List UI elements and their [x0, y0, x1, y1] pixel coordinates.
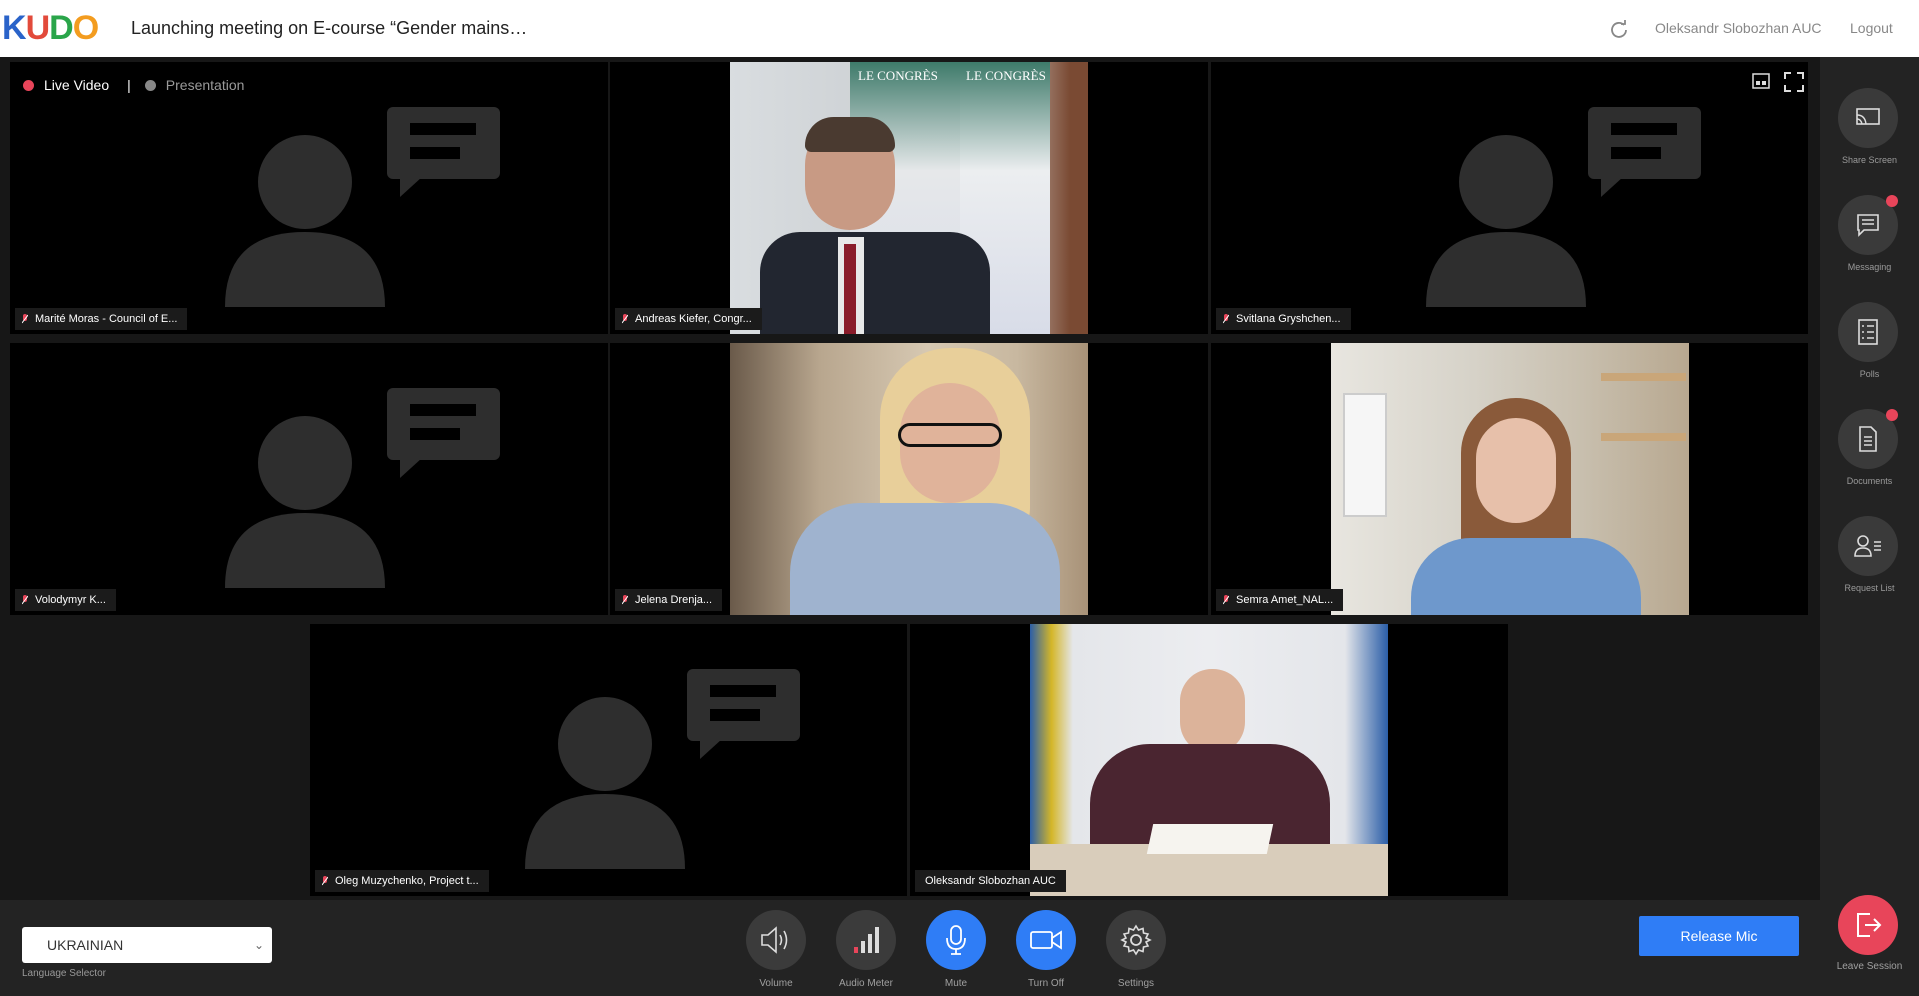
person-face	[1180, 669, 1245, 754]
refresh-icon[interactable]	[1609, 19, 1629, 39]
volume-button[interactable]	[746, 910, 806, 970]
audio-meter-icon	[854, 927, 879, 953]
request-list-icon	[1854, 535, 1881, 557]
language-selector-label: Language Selector	[22, 968, 106, 979]
mic-muted-icon	[622, 314, 628, 324]
presentation-tab[interactable]: Presentation	[166, 77, 245, 93]
release-mic-button[interactable]: Release Mic	[1639, 916, 1799, 956]
exit-icon	[1857, 913, 1882, 937]
person-shirt	[1411, 538, 1641, 615]
chevron-down-icon: ⌄	[253, 938, 264, 952]
documents-label: Documents	[1846, 476, 1893, 486]
presentation-dot-icon	[144, 79, 156, 91]
polls-icon	[1858, 319, 1878, 345]
participant-video	[1030, 624, 1388, 896]
documents-button[interactable]	[1838, 409, 1898, 469]
meeting-title: Launching meeting on E-course “Gender ma…	[131, 18, 528, 38]
messaging-button[interactable]	[1838, 195, 1898, 255]
settings-button[interactable]	[1106, 910, 1166, 970]
notification-badge	[1886, 195, 1898, 207]
right-sidebar: Share Screen Messaging Polls Documents R…	[1820, 57, 1919, 996]
gear-icon	[1120, 924, 1152, 956]
mic-muted-icon	[1223, 314, 1229, 324]
participant-name: Oleksandr Slobozhan AUC	[915, 870, 1066, 892]
camera-button[interactable]	[1016, 910, 1076, 970]
avatar-placeholder-icon	[1426, 107, 1701, 307]
audio-meter-button[interactable]	[836, 910, 896, 970]
person-suit	[760, 232, 990, 334]
kudo-logo: KUDO	[2, 9, 99, 47]
live-video-tab[interactable]: Live Video	[44, 77, 109, 93]
participant-tile[interactable]: Jelena Drenja...	[610, 343, 1208, 615]
participant-tile[interactable]: LE CONGRÈS LE CONGRÈS Andreas Kiefer, Co…	[610, 62, 1208, 334]
mic-muted-icon	[22, 595, 28, 605]
user-name: Oleksandr Slobozhan AUC	[1655, 20, 1822, 36]
video-camera-icon	[1030, 930, 1062, 950]
person-sweater	[790, 503, 1060, 615]
participant-name: Marité Moras - Council of E...	[15, 308, 188, 330]
participant-name: Andreas Kiefer, Congr...	[615, 308, 762, 330]
participant-tile[interactable]: Oleg Muzychenko, Project t...	[310, 624, 907, 896]
avatar-placeholder-icon	[225, 107, 500, 307]
messaging-icon	[1857, 214, 1879, 237]
request-list-button[interactable]	[1838, 516, 1898, 576]
view-mode-toggle: Live Video | Presentation	[23, 77, 244, 93]
participant-name: Volodymyr K...	[15, 589, 116, 611]
participant-tile[interactable]: Oleksandr Slobozhan AUC	[910, 624, 1508, 896]
leave-session-label: Leave Session	[1836, 961, 1903, 972]
request-list-label: Request List	[1844, 583, 1895, 593]
polls-label: Polls	[1859, 369, 1880, 379]
messaging-label: Messaging	[1847, 262, 1892, 272]
top-header: KUDO Launching meeting on E-course “Gend…	[0, 0, 1919, 58]
turn-off-label: Turn Off	[1027, 978, 1065, 989]
volume-icon	[761, 926, 788, 954]
fullscreen-icon[interactable]	[1784, 72, 1804, 92]
notification-badge	[1886, 409, 1898, 421]
mute-button[interactable]	[926, 910, 986, 970]
participant-tile[interactable]: Volodymyr K...	[10, 343, 608, 615]
mic-muted-icon	[322, 876, 328, 886]
participant-name: Jelena Drenja...	[615, 589, 723, 611]
mic-muted-icon	[22, 314, 28, 324]
participant-name: Semra Amet_NAL...	[1216, 589, 1344, 611]
share-screen-icon	[1856, 108, 1880, 125]
participant-name: Oleg Muzychenko, Project t...	[315, 870, 489, 892]
participant-video: LE CONGRÈS LE CONGRÈS	[730, 62, 1088, 334]
glasses-icon	[898, 423, 1002, 447]
view-controls	[1752, 72, 1804, 92]
logout-link[interactable]: Logout	[1850, 20, 1893, 36]
settings-label: Settings	[1117, 978, 1155, 989]
window	[1343, 393, 1387, 517]
volume-label: Volume	[759, 978, 793, 989]
bottom-toolbar: UKRAINIAN ⌄ Language Selector Volume Aud…	[0, 900, 1820, 996]
mic-muted-icon	[622, 595, 628, 605]
participant-video	[730, 343, 1088, 615]
avatar-placeholder-icon	[525, 669, 800, 869]
documents-icon	[1859, 426, 1877, 452]
leave-session-button[interactable]	[1838, 895, 1898, 955]
document	[1146, 824, 1274, 854]
mute-label: Mute	[944, 978, 968, 989]
participant-tile[interactable]: Svitlana Gryshchen...	[1211, 62, 1808, 334]
audio-meter-label: Audio Meter	[839, 978, 893, 989]
share-screen-button[interactable]	[1838, 88, 1898, 148]
person-face	[1476, 418, 1556, 523]
polls-button[interactable]	[1838, 302, 1898, 362]
participant-tile[interactable]: Semra Amet_NAL...	[1211, 343, 1808, 615]
participant-video	[1331, 343, 1689, 615]
grid-view-icon[interactable]	[1752, 72, 1770, 90]
live-dot-icon	[23, 79, 34, 91]
participant-name: Svitlana Gryshchen...	[1216, 308, 1351, 330]
share-screen-label: Share Screen	[1841, 155, 1898, 165]
mic-muted-icon	[1223, 595, 1229, 605]
microphone-icon	[946, 925, 966, 955]
participant-tile[interactable]: Marité Moras - Council of E...	[10, 62, 608, 334]
avatar-placeholder-icon	[225, 388, 500, 588]
language-selector[interactable]: UKRAINIAN ⌄	[22, 927, 272, 963]
